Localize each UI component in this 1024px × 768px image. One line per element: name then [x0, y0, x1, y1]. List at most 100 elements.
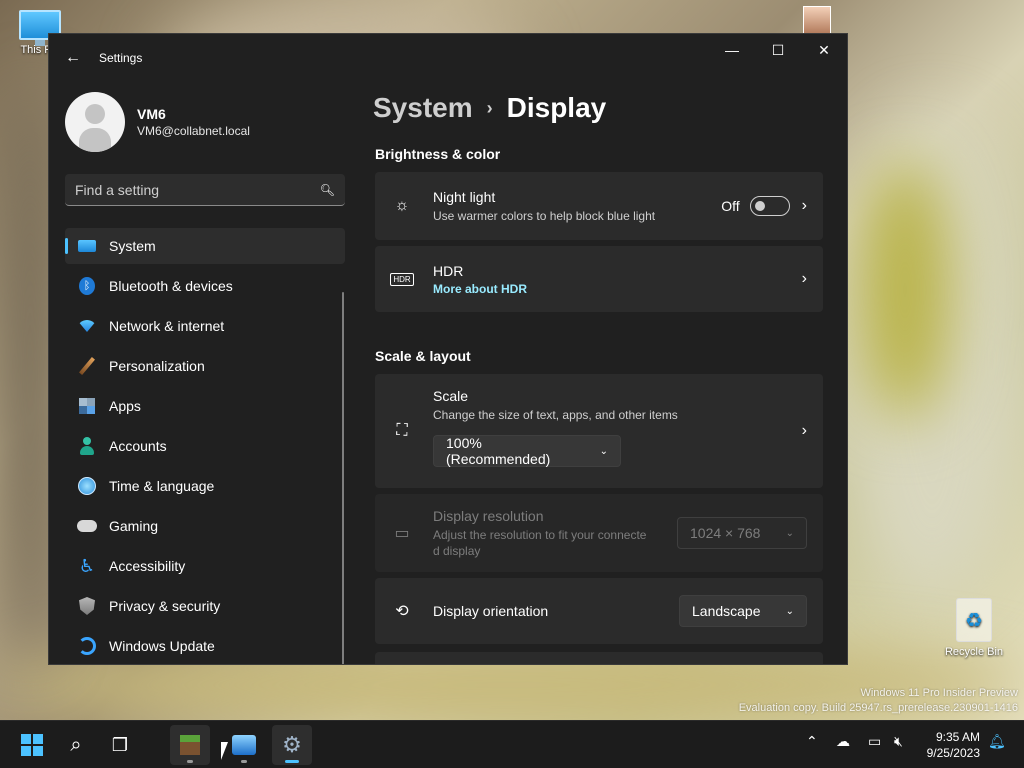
chevron-right-icon[interactable]: › [802, 197, 807, 215]
gear-icon: ⚙ [282, 732, 302, 757]
window-controls: — ☐ ✕ [709, 34, 847, 66]
taskbar-app-minecraft[interactable] [170, 725, 210, 765]
app-title: Settings [99, 51, 143, 65]
maximize-button[interactable]: ☐ [755, 34, 801, 66]
sidebar-item-time-language[interactable]: Time & language [65, 468, 345, 504]
update-icon [77, 636, 97, 656]
title-bar[interactable]: ← Settings — ☐ ✕ [49, 34, 847, 82]
minimize-button[interactable]: — [709, 34, 755, 66]
card-title: Display resolution [433, 507, 544, 524]
minimize-icon: — [725, 42, 739, 58]
back-button[interactable]: ← [51, 40, 95, 76]
notification-bell-icon[interactable]: 🔔︎ [988, 733, 1006, 750]
chevron-up-icon[interactable]: ⌃ [806, 733, 818, 750]
sidebar-item-windows-update[interactable]: Windows Update [65, 628, 345, 664]
search-input[interactable] [75, 181, 320, 198]
main-content: System › Display Brightness & color ☼ Ni… [359, 82, 847, 664]
sidebar-item-accessibility[interactable]: ♿︎ Accessibility [65, 548, 345, 584]
sidebar-item-personalization[interactable]: Personalization [65, 348, 345, 384]
sidebar-scrollbar[interactable] [342, 292, 344, 664]
orientation-dropdown[interactable]: Landscape ⌄ [679, 595, 807, 627]
nav-list: System ᛒ Bluetooth & devices Network & i… [49, 228, 359, 664]
sidebar-item-accounts[interactable]: Accounts [65, 428, 345, 464]
search-box: 🔍︎ [65, 174, 345, 206]
user-email: VM6@collabnet.local [137, 124, 250, 138]
sidebar-item-label: Accessibility [109, 558, 186, 574]
avatar [65, 92, 125, 152]
grass-block-icon [180, 735, 200, 755]
desktop-photo-icon[interactable] [803, 6, 831, 34]
hdr-card[interactable]: HDR HDR More about HDR › [375, 246, 823, 312]
subtitle-line: Adjust the resolution to fit your connec… [433, 527, 647, 542]
taskbar: ⌕ ❐ ⚙ ⌃ ☁ ▭ 🔇︎ 9:35 AM 9/25/2023 🔔︎ [0, 720, 1024, 768]
sidebar-item-apps[interactable]: Apps [65, 388, 345, 424]
scale-dropdown[interactable]: 100% (Recommended) ⌄ [433, 435, 621, 467]
sidebar-item-label: Gaming [109, 518, 159, 534]
card-title: Display orientation [433, 603, 549, 619]
sun-icon: ☼ [394, 197, 410, 214]
chevron-down-icon: ⌄ [785, 605, 794, 617]
chevron-right-icon[interactable]: › [802, 422, 807, 440]
maximize-icon: ☐ [771, 41, 785, 58]
network-icon[interactable]: ▭ [868, 733, 881, 750]
wifi-icon [77, 316, 97, 336]
sidebar-item-label: Network & internet [109, 318, 225, 334]
volume-muted-icon[interactable]: 🔇︎ [894, 733, 903, 750]
taskbar-app-settings[interactable]: ⚙ [272, 725, 312, 765]
sidebar-item-privacy[interactable]: Privacy & security [65, 588, 345, 624]
card-subtitle: Adjust the resolution to fit your connec… [433, 527, 677, 559]
accessibility-icon: ♿︎ [78, 555, 96, 576]
night-light-card[interactable]: ☼ Night light Use warmer colors to help … [375, 172, 823, 240]
sidebar-item-bluetooth[interactable]: ᛒ Bluetooth & devices [65, 268, 345, 304]
taskbar-app-photos[interactable] [224, 725, 264, 765]
page-title: Display [506, 92, 607, 123]
onedrive-icon[interactable]: ☁ [836, 733, 850, 750]
gamepad-icon [77, 516, 97, 536]
breadcrumb: System › Display [373, 92, 606, 124]
scale-icon: ⛶ [396, 422, 408, 439]
search-icon[interactable]: 🔍︎ [320, 183, 335, 197]
next-card-partial [375, 652, 823, 664]
sidebar-item-network[interactable]: Network & internet [65, 308, 345, 344]
accounts-icon [77, 436, 97, 456]
scale-card[interactable]: ⛶ Scale Change the size of text, apps, a… [375, 374, 823, 488]
wallpaper-blur [860, 160, 950, 420]
dropdown-value: 1024 × 768 [690, 525, 761, 541]
user-name: VM6 [137, 106, 166, 122]
sidebar-item-system[interactable]: System [65, 228, 345, 264]
shield-icon [77, 596, 97, 616]
active-indicator [285, 760, 299, 763]
sidebar-item-label: System [109, 238, 156, 254]
clock[interactable]: 9:35 AM 9/25/2023 [927, 729, 980, 761]
running-indicator [241, 760, 247, 763]
card-title: HDR [433, 262, 464, 279]
settings-window: ← Settings — ☐ ✕ VM6 VM6@collabnet.local… [48, 33, 848, 665]
search-icon: ⌕ [70, 733, 82, 756]
card-subtitle: Change the size of text, apps, and other… [433, 408, 678, 422]
toggle-state-label: Off [721, 198, 740, 214]
bluetooth-icon: ᛒ [77, 276, 97, 296]
breadcrumb-parent[interactable]: System [373, 92, 473, 124]
recycle-bin-icon: ♻ [956, 598, 992, 642]
windows-logo-icon [21, 734, 43, 756]
sidebar-item-gaming[interactable]: Gaming [65, 508, 345, 544]
evaluation-watermark: Windows 11 Pro Insider Preview Evaluatio… [739, 686, 1018, 716]
user-card[interactable]: VM6 VM6@collabnet.local [49, 82, 359, 162]
task-view-button[interactable]: ❐ [100, 725, 140, 765]
hdr-link[interactable]: More about HDR [433, 282, 790, 296]
night-light-toggle[interactable] [749, 196, 790, 216]
sidebar-item-label: Personalization [109, 358, 205, 374]
orientation-icon: ⟲ [395, 603, 409, 620]
close-button[interactable]: ✕ [801, 34, 847, 66]
dropdown-value: 100% (Recommended) [446, 435, 551, 467]
orientation-card: ⟲ Display orientation Landscape ⌄ [375, 578, 823, 644]
chevron-right-icon: › [486, 97, 493, 118]
desktop-recycle-bin[interactable]: ♻ Recycle Bin [938, 598, 1010, 658]
sidebar-item-label: Privacy & security [109, 598, 221, 614]
start-button[interactable] [12, 725, 52, 765]
chevron-right-icon[interactable]: › [802, 270, 807, 288]
hdr-icon: HDR [390, 272, 414, 286]
system-icon [77, 236, 97, 256]
back-arrow-icon: ← [65, 49, 81, 66]
search-button[interactable]: ⌕ [56, 725, 96, 765]
